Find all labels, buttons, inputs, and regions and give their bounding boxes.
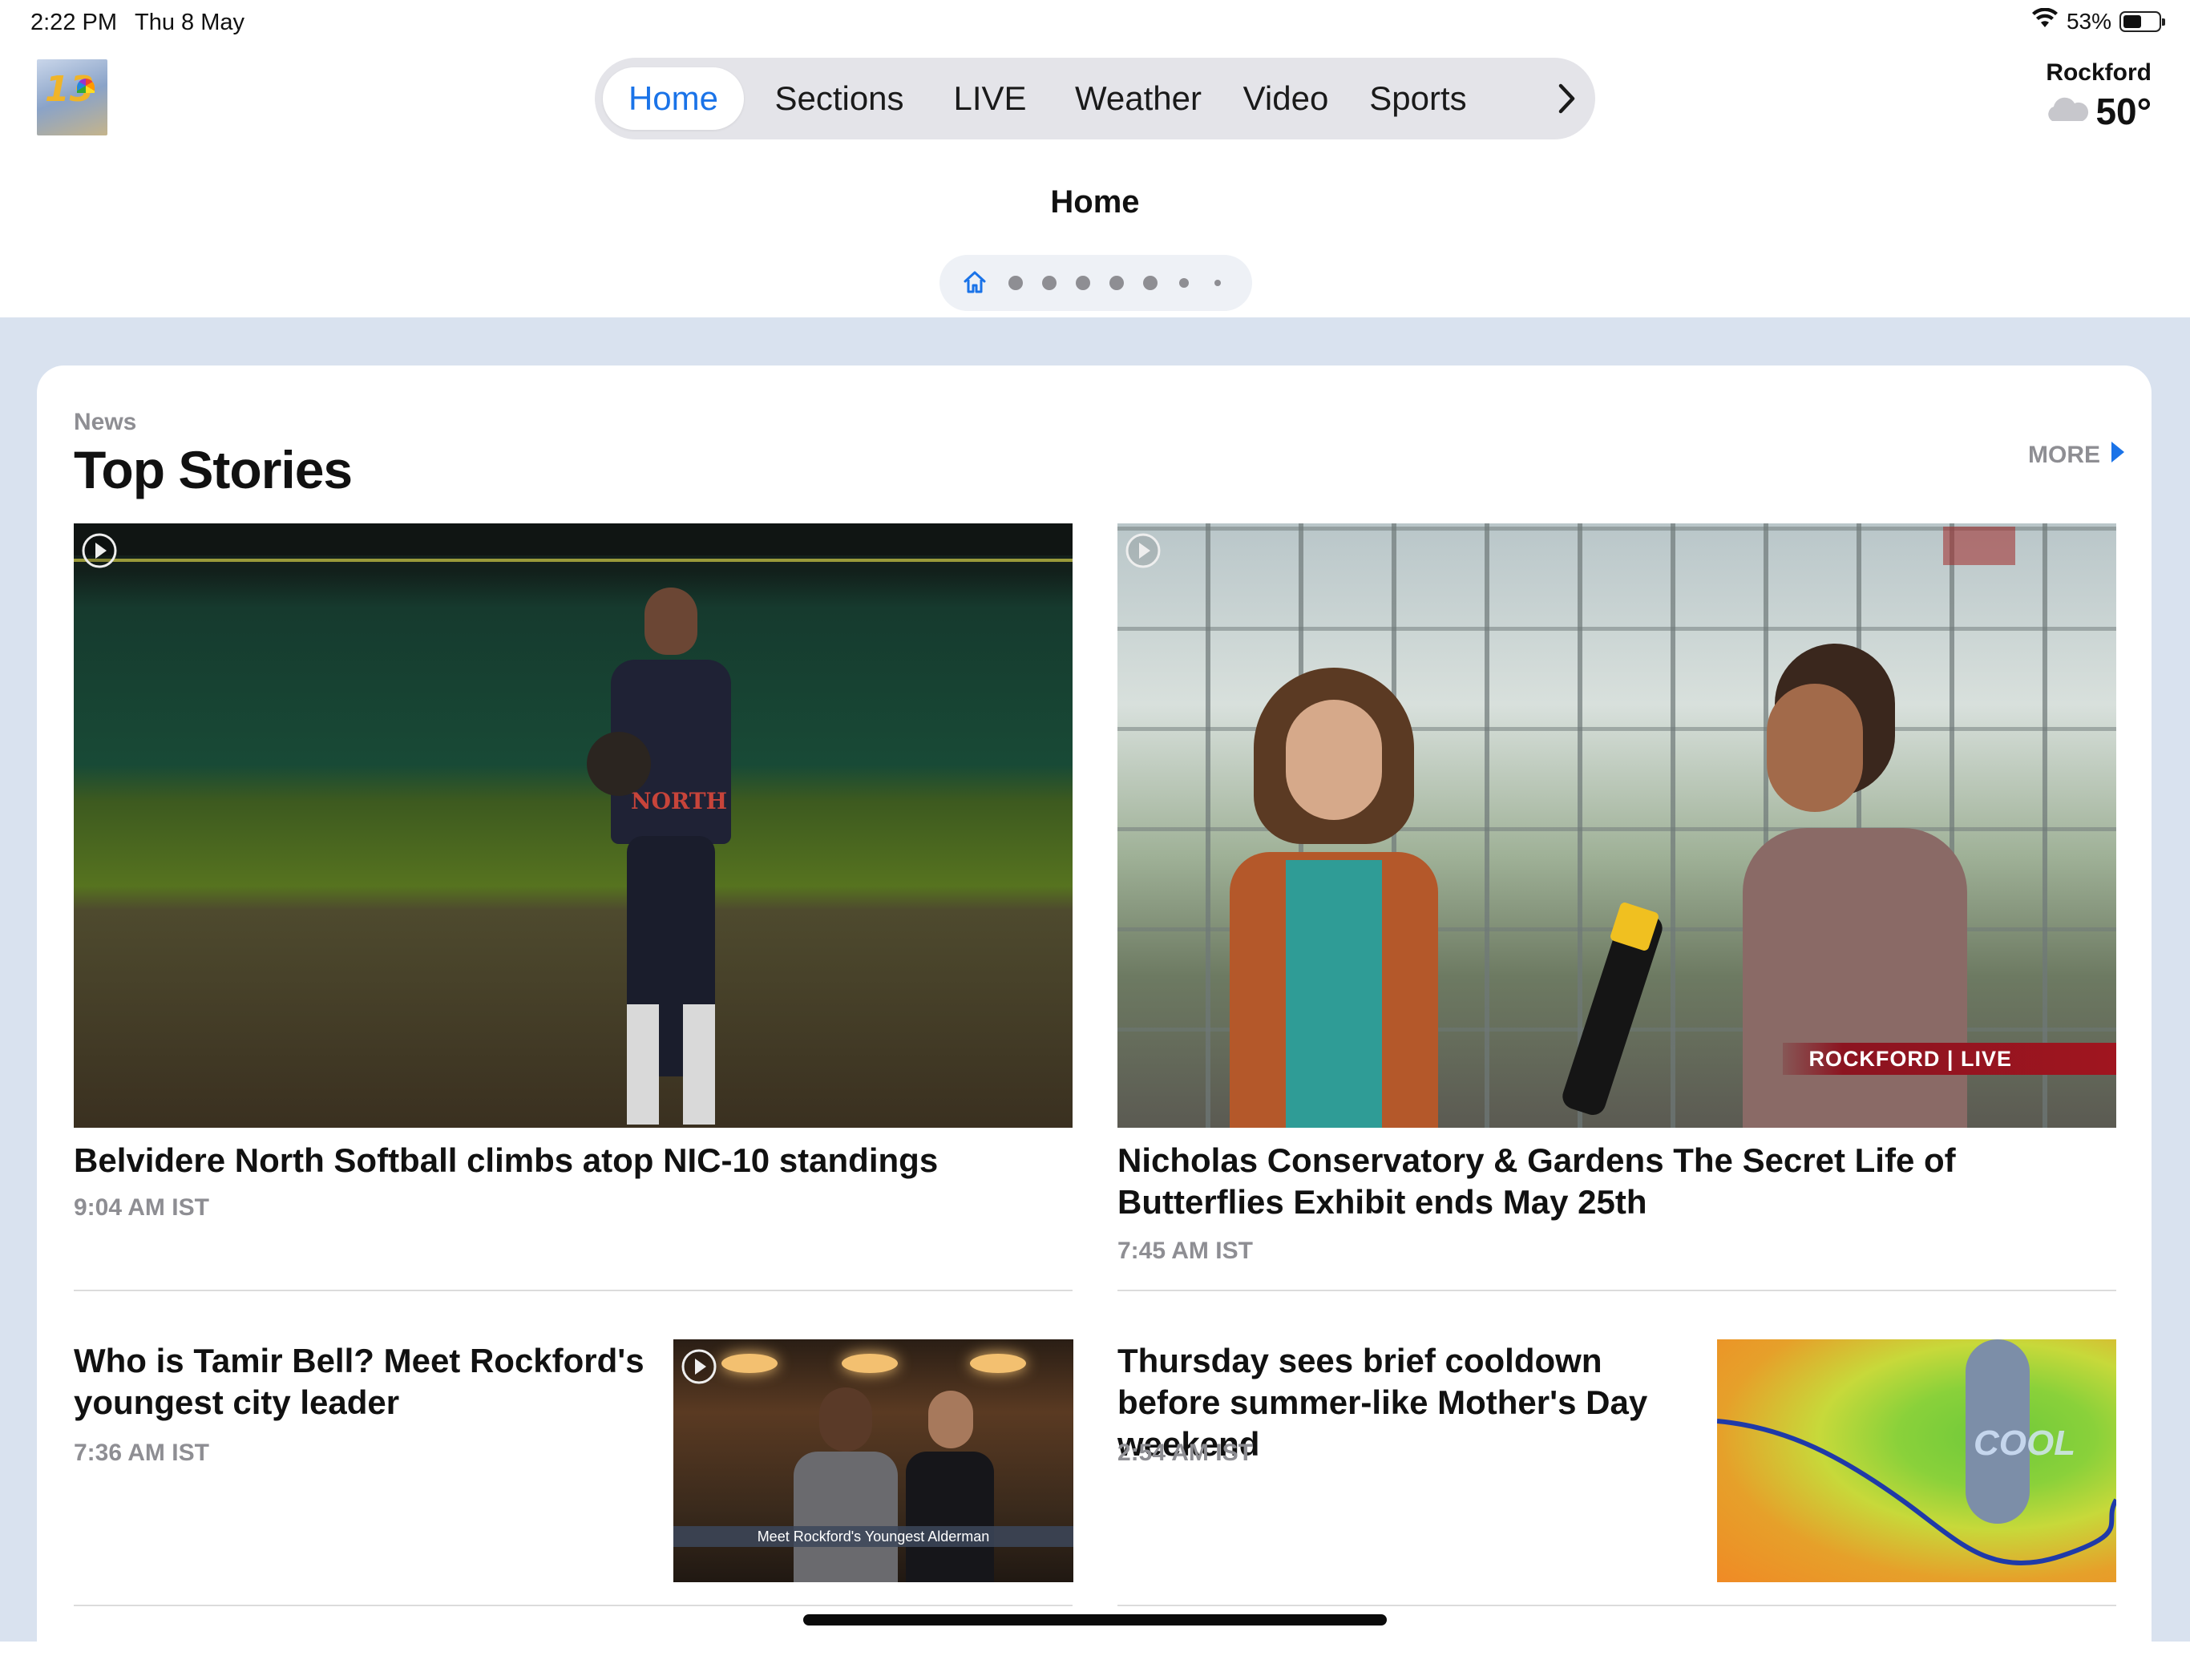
battery-icon — [2119, 10, 2165, 32]
story-1-time: 9:04 AM IST — [74, 1194, 209, 1221]
story-1-image[interactable]: NORTH — [74, 523, 1073, 1128]
ceiling-lamp — [970, 1354, 1026, 1373]
page-dot[interactable] — [1042, 276, 1057, 290]
tab-live[interactable]: LIVE — [946, 67, 1034, 130]
map-label-cool: COOL — [1974, 1424, 2076, 1463]
story-4-time: 2:54 AM IST — [1117, 1440, 1253, 1466]
guest-person — [1230, 668, 1438, 1128]
story-3-title[interactable]: Who is Tamir Bell? Meet Rockford's young… — [74, 1340, 651, 1424]
battery-fill — [2123, 14, 2141, 28]
person-left — [794, 1387, 898, 1582]
tab-sports[interactable]: Sports — [1358, 67, 1478, 130]
tab-sections[interactable]: Sections — [765, 67, 914, 130]
ceiling-lamp — [842, 1354, 898, 1373]
softball-player: NORTH — [587, 588, 739, 1128]
story-3-time: 7:36 AM IST — [74, 1440, 209, 1466]
ceiling-lamp — [721, 1354, 778, 1373]
person-right — [906, 1387, 994, 1582]
tab-home[interactable]: Home — [603, 67, 744, 130]
row-divider — [74, 1605, 1073, 1606]
section-kicker: News — [74, 409, 137, 435]
story-2-image[interactable]: ROCKFORD | LIVE — [1117, 523, 2116, 1128]
section-title: Top Stories — [74, 440, 353, 499]
jersey-text: NORTH — [631, 788, 728, 814]
more-button[interactable]: MORE — [2028, 441, 2126, 470]
play-icon[interactable] — [680, 1347, 718, 1390]
page-dot[interactable] — [1143, 276, 1158, 290]
battery-nub — [2162, 18, 2165, 26]
page-indicator[interactable] — [939, 255, 1252, 311]
status-time: 2:22 PM — [30, 10, 117, 35]
status-bar: 2:22 PM Thu 8 May 53% — [0, 0, 2190, 48]
more-label: MORE — [2028, 442, 2100, 468]
wifi-icon — [2031, 7, 2059, 34]
home-icon[interactable] — [962, 269, 988, 299]
battery-percent: 53% — [2066, 8, 2111, 34]
fence-line — [74, 559, 1073, 562]
weather-widget[interactable]: Rockford 50° — [2043, 59, 2152, 133]
tab-weather[interactable]: Weather — [1065, 67, 1212, 130]
page-dot[interactable] — [1179, 278, 1189, 288]
page-dot[interactable] — [1008, 276, 1023, 290]
station-logo[interactable]: 13 — [37, 59, 107, 135]
row-divider — [1117, 1605, 2116, 1606]
page-dot[interactable] — [1214, 280, 1221, 286]
exit-sign — [1943, 527, 2015, 565]
story-1-title[interactable]: Belvidere North Softball climbs atop NIC… — [74, 1140, 1073, 1181]
status-right: 53% — [2031, 7, 2165, 34]
row-divider — [74, 1290, 1073, 1291]
outfield-fence — [74, 523, 1073, 555]
page-title: Home — [1050, 184, 1140, 220]
status-date: Thu 8 May — [135, 10, 244, 35]
weather-temp: 50° — [2095, 91, 2152, 132]
chevron-right-icon[interactable] — [1547, 78, 1587, 119]
story-2-time: 7:45 AM IST — [1117, 1238, 1253, 1264]
story-2-title[interactable]: Nicholas Conservatory & Gardens The Secr… — [1117, 1140, 2116, 1223]
peacock-icon — [77, 79, 95, 93]
image-caption: Meet Rockford's Youngest Alderman — [673, 1526, 1073, 1547]
triangle-right-icon — [2110, 441, 2126, 470]
story-4-image[interactable]: COOL — [1717, 1339, 2116, 1582]
page-dot[interactable] — [1076, 276, 1090, 290]
home-indicator[interactable] — [803, 1614, 1387, 1625]
play-icon[interactable] — [1124, 531, 1162, 574]
play-icon[interactable] — [80, 531, 119, 574]
cloud-icon — [2043, 95, 2091, 128]
weather-city: Rockford — [2046, 59, 2152, 86]
broadcast-lower-third: ROCKFORD | LIVE — [1783, 1043, 2116, 1075]
tab-video[interactable]: Video — [1236, 67, 1335, 130]
page-dot[interactable] — [1109, 276, 1124, 290]
row-divider — [1117, 1290, 2116, 1291]
section-tabs: Home Sections LIVE Weather Video Sports — [595, 58, 1595, 139]
story-3-image[interactable]: Meet Rockford's Youngest Alderman — [673, 1339, 1073, 1582]
